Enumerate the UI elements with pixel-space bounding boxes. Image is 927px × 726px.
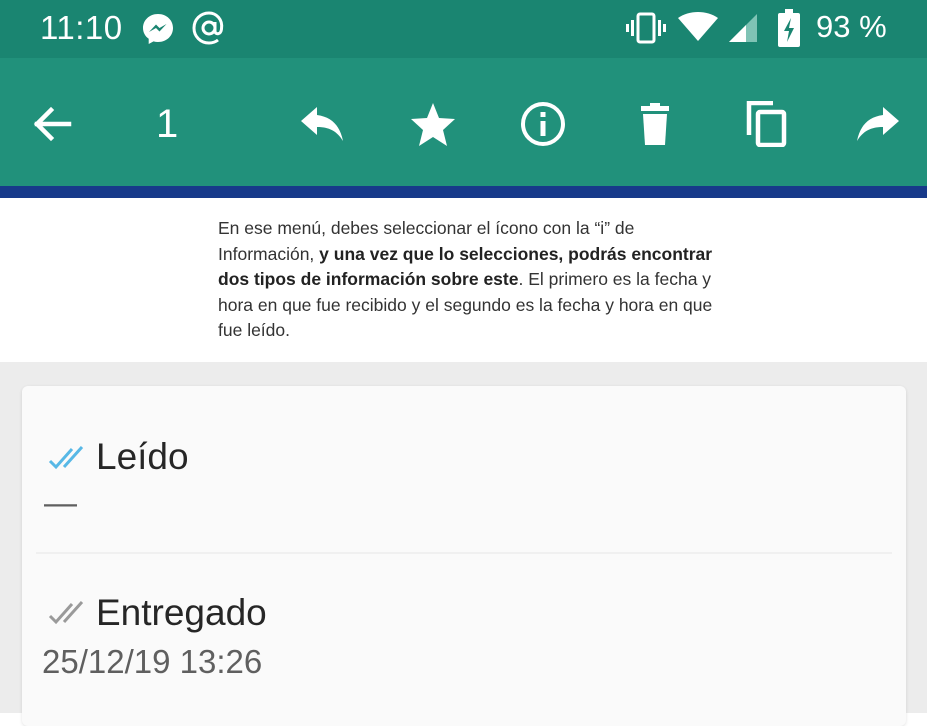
- delivered-label: Entregado: [96, 592, 267, 633]
- at-icon: [192, 11, 224, 45]
- read-value: —: [44, 484, 77, 521]
- star-icon[interactable]: [410, 101, 456, 147]
- delete-icon[interactable]: [632, 101, 678, 147]
- status-time: 11:10: [40, 9, 123, 46]
- signal-icon: [729, 14, 757, 42]
- info-divider: [36, 552, 892, 554]
- battery-charging-icon: [778, 9, 800, 47]
- forward-icon[interactable]: [855, 101, 901, 147]
- messenger-icon: [143, 14, 173, 44]
- wifi-icon: [678, 12, 718, 41]
- status-bar: 11:10 93 %: [0, 0, 927, 58]
- copy-icon[interactable]: [743, 101, 789, 147]
- battery-percentage: 93 %: [816, 9, 887, 44]
- article-paragraph: En ese menú, debes seleccionar el ícono …: [218, 216, 718, 344]
- back-arrow-icon[interactable]: [29, 101, 75, 147]
- read-label: Leído: [96, 436, 189, 477]
- message-info-card: Leído — Entregado 25/12/19 13:26: [22, 386, 906, 726]
- info-icon[interactable]: [520, 101, 566, 147]
- selection-toolbar: 1: [0, 58, 927, 198]
- read-double-check-icon: [48, 446, 84, 470]
- vibrate-icon: [626, 12, 666, 44]
- reply-icon[interactable]: [299, 101, 345, 147]
- delivered-value: 25/12/19 13:26: [42, 643, 263, 680]
- selected-count: 1: [156, 102, 179, 146]
- article-paragraph-block: En ese menú, debes seleccionar el ícono …: [0, 198, 927, 362]
- delivered-double-check-icon: [48, 601, 84, 625]
- message-info-area: Leído — Entregado 25/12/19 13:26: [0, 362, 927, 726]
- background-image-strip: [0, 186, 927, 198]
